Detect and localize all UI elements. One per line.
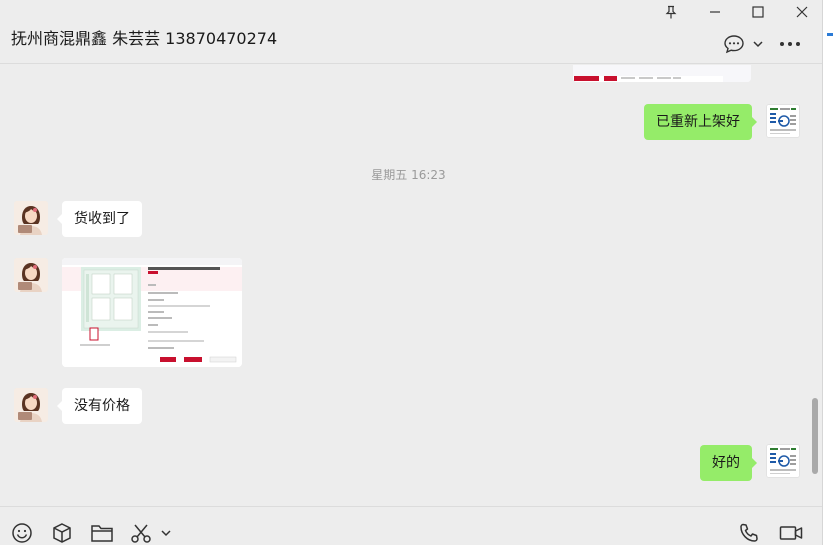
- video-icon[interactable]: [779, 522, 803, 544]
- chat-window: 抚州商混鼎鑫 朱芸芸 13870470274 已重新上架好 星期五 16:23 …: [0, 0, 822, 545]
- adjacent-window-edge: [822, 0, 833, 545]
- more-icon[interactable]: [779, 34, 801, 54]
- avatar[interactable]: [14, 258, 48, 292]
- avatar[interactable]: [14, 388, 48, 422]
- avatar[interactable]: [766, 104, 800, 138]
- close-icon[interactable]: [790, 3, 814, 21]
- input-toolbar: [0, 506, 822, 545]
- image-message[interactable]: [62, 258, 242, 367]
- avatar[interactable]: [766, 444, 800, 478]
- chevron-down-icon[interactable]: [752, 34, 764, 54]
- folder-icon[interactable]: [90, 522, 114, 544]
- chat-title: 抚州商混鼎鑫 朱芸芸 13870470274: [11, 29, 278, 48]
- scissors-icon[interactable]: [130, 522, 152, 544]
- maximize-icon[interactable]: [746, 3, 770, 21]
- avatar[interactable]: [14, 201, 48, 235]
- message-bubble[interactable]: 没有价格: [57, 388, 142, 424]
- image-message[interactable]: [573, 65, 751, 82]
- message-bubble[interactable]: 已重新上架好: [644, 104, 757, 140]
- phone-icon[interactable]: [738, 522, 760, 544]
- scrollbar[interactable]: [812, 398, 818, 474]
- accent-line: [827, 33, 833, 36]
- message-bubble[interactable]: 货收到了: [57, 201, 142, 237]
- chat-header: 抚州商混鼎鑫 朱芸芸 13870470274: [0, 0, 822, 64]
- emoji-icon[interactable]: [11, 522, 33, 544]
- minimize-icon[interactable]: [703, 3, 727, 21]
- message-timestamp: 星期五 16:23: [371, 168, 446, 182]
- box-icon[interactable]: [51, 522, 73, 544]
- pin-icon[interactable]: [659, 3, 683, 21]
- chevron-down-icon[interactable]: [160, 527, 172, 539]
- message-bubble[interactable]: 好的: [700, 445, 757, 481]
- chat-bubble-icon[interactable]: [723, 34, 745, 54]
